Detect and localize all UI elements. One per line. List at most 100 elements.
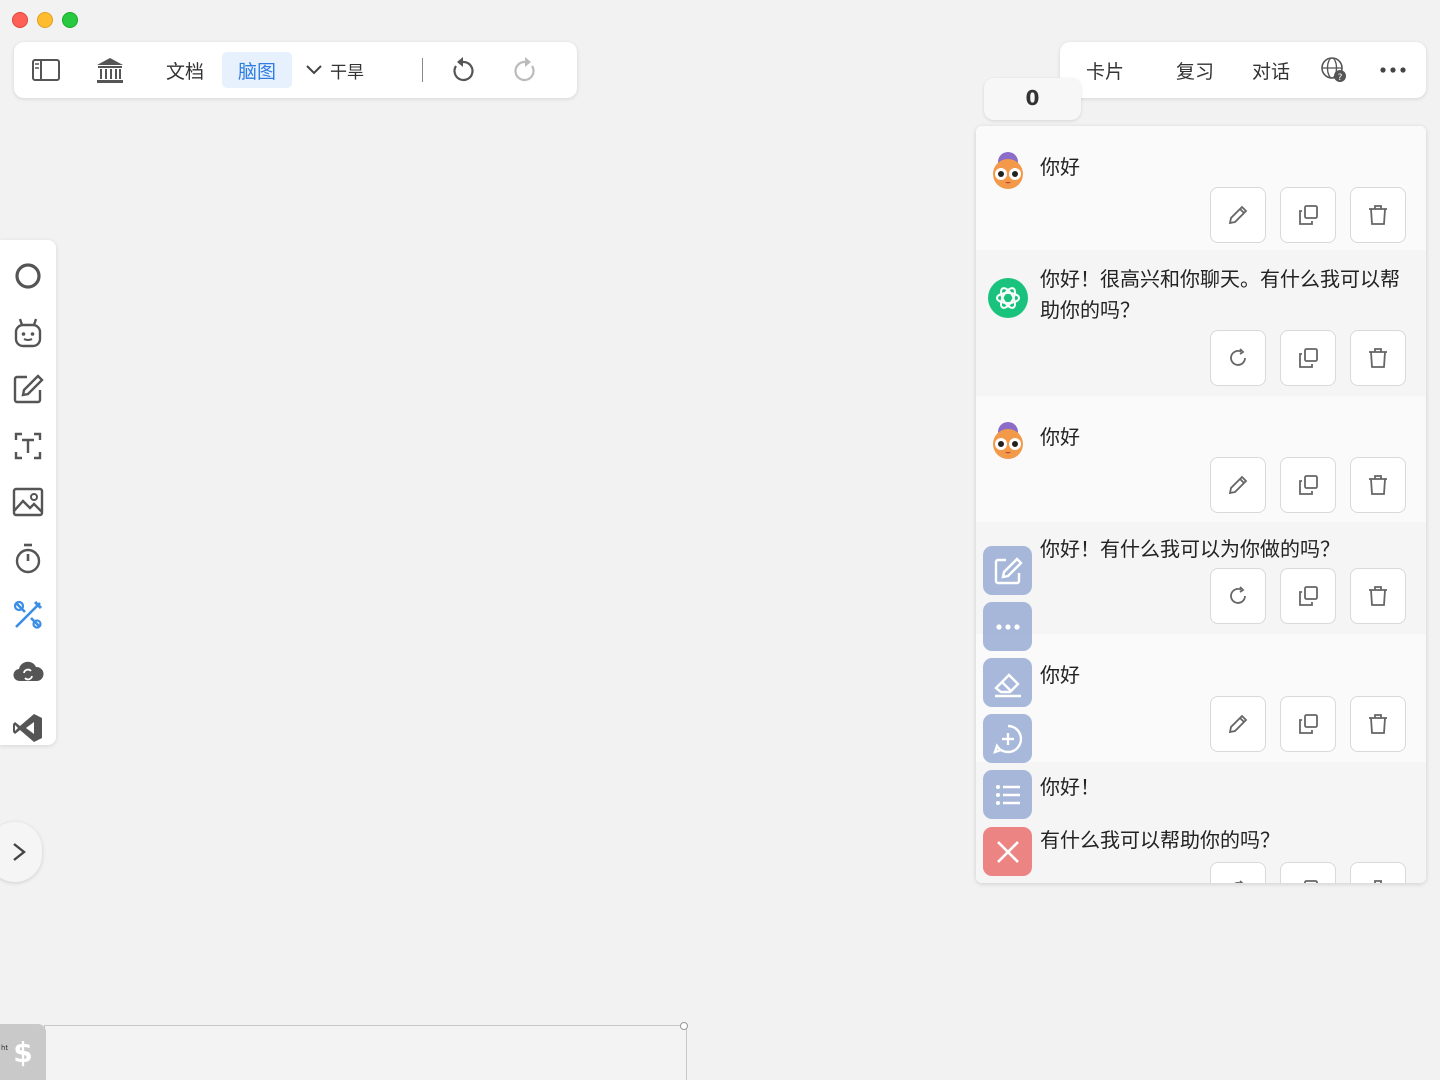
right-toolbar: 卡片 复习 对话 ? [1060, 42, 1426, 98]
message-text: 你好 [1040, 425, 1080, 449]
delete-message-button[interactable] [1350, 568, 1406, 624]
chat-message-assistant: 你好！ 有什么我可以帮助你的吗？ [976, 762, 1426, 883]
message-text: 你好 [1040, 155, 1080, 179]
more-button[interactable] [1378, 52, 1408, 88]
float-more-button[interactable] [983, 602, 1032, 651]
copy-icon [1299, 714, 1318, 734]
web-search-button[interactable]: ? [1318, 52, 1350, 88]
circle-icon [15, 263, 41, 289]
chat-plus-icon [992, 724, 1022, 754]
text-select-icon [14, 432, 42, 459]
edit-icon [13, 374, 44, 404]
delete-message-button[interactable] [1350, 457, 1406, 513]
copy-icon [1299, 475, 1318, 495]
regenerate-button[interactable] [1210, 568, 1266, 624]
message-actions [1210, 187, 1406, 243]
main-toolbar: 文档 脑图 干旱 [14, 42, 577, 98]
message-actions [1210, 568, 1406, 624]
tools-icon [13, 601, 43, 629]
copy-message-button[interactable] [1280, 187, 1336, 243]
toolbar-divider [422, 58, 424, 82]
message-actions [1210, 330, 1406, 386]
message-text-line1: 你好！ [1040, 775, 1100, 799]
pencil-icon [1228, 714, 1248, 734]
redo-button[interactable] [505, 52, 545, 88]
bottom-panel [44, 1022, 688, 1080]
more-dots-icon [1380, 67, 1406, 73]
list-icon [995, 784, 1020, 805]
cards-button[interactable]: 卡片 [1086, 52, 1124, 88]
expand-panel-button[interactable] [0, 822, 42, 882]
delete-message-button[interactable] [1350, 187, 1406, 243]
pencil-icon [1228, 475, 1248, 495]
trash-icon [1369, 348, 1387, 368]
more-dots-icon [995, 623, 1020, 630]
copy-message-button[interactable] [1280, 330, 1336, 386]
float-edit-button[interactable] [983, 546, 1032, 595]
tab-document[interactable]: 文档 [148, 52, 222, 88]
chat-message-user: 你好 [976, 126, 1426, 250]
dollar-icon: $ [13, 1035, 33, 1069]
delete-message-button[interactable] [1350, 696, 1406, 752]
dropdown-value: 干旱 [330, 62, 365, 83]
side-tool-tools[interactable] [0, 587, 56, 644]
minimize-window-button[interactable] [37, 12, 53, 28]
edit-message-button[interactable] [1210, 187, 1266, 243]
float-close-button[interactable] [983, 827, 1032, 876]
copy-icon [1299, 205, 1318, 225]
chat-message-assistant: 你好！很高兴和你聊天。有什么我可以帮助你的吗？ [976, 250, 1426, 396]
float-eraser-button[interactable] [983, 658, 1032, 707]
review-button[interactable]: 复习 [1176, 52, 1214, 88]
vscode-icon [13, 714, 42, 743]
cloud-sync-icon [13, 661, 44, 681]
message-actions [1210, 696, 1406, 752]
edit-message-button[interactable] [1210, 696, 1266, 752]
undo-button[interactable] [443, 52, 483, 88]
side-tool-timer[interactable] [0, 531, 56, 588]
library-button[interactable] [90, 52, 130, 88]
redo-icon [514, 57, 535, 82]
copy-message-button[interactable] [1280, 862, 1336, 883]
side-tool-robot[interactable] [0, 305, 56, 362]
message-actions [1210, 457, 1406, 513]
side-tool-edit[interactable] [0, 361, 56, 418]
copy-message-button[interactable] [1280, 457, 1336, 513]
copy-message-button[interactable] [1280, 696, 1336, 752]
copy-message-button[interactable] [1280, 568, 1336, 624]
edit-icon [994, 556, 1023, 584]
toggle-sidebar-button[interactable] [26, 52, 66, 88]
zoom-window-button[interactable] [62, 12, 78, 28]
dialogue-button[interactable]: 对话 [1252, 52, 1290, 88]
side-tool-cloud-sync[interactable] [0, 644, 56, 701]
side-tool-image[interactable] [0, 474, 56, 531]
owl-avatar-icon [993, 422, 1023, 459]
openai-logo-icon [996, 287, 1020, 309]
float-list-button[interactable] [983, 770, 1032, 819]
tab-mindmap[interactable]: 脑图 [222, 52, 293, 88]
side-tool-text-select[interactable] [0, 418, 56, 475]
template-dropdown[interactable]: 干旱 [304, 58, 364, 83]
regenerate-button[interactable] [1210, 862, 1266, 883]
chat-message-user: 你好 [976, 634, 1426, 762]
delete-message-button[interactable] [1350, 330, 1406, 386]
assistant-avatar [988, 278, 1028, 318]
refresh-icon [1230, 586, 1246, 604]
float-new-chat-button[interactable] [983, 714, 1032, 763]
side-tool-vscode[interactable] [0, 700, 56, 757]
delete-message-button[interactable] [1350, 862, 1406, 883]
copy-icon [1299, 348, 1318, 368]
edit-message-button[interactable] [1210, 457, 1266, 513]
regenerate-button[interactable] [1210, 330, 1266, 386]
side-tool-circle[interactable] [0, 248, 56, 305]
refresh-icon [1234, 880, 1244, 883]
bank-icon [97, 58, 123, 83]
refresh-icon [1230, 348, 1246, 366]
dollar-button[interactable]: ht $ [0, 1024, 46, 1080]
trash-icon [1369, 475, 1387, 495]
side-toolbar [0, 240, 56, 745]
owl-avatar-icon [993, 152, 1023, 189]
message-text: 你好 [1040, 663, 1080, 687]
close-window-button[interactable] [12, 12, 28, 28]
message-text: 你好！很高兴和你聊天。有什么我可以帮助你的吗？ [1040, 267, 1400, 322]
resize-handle[interactable] [680, 1022, 688, 1030]
